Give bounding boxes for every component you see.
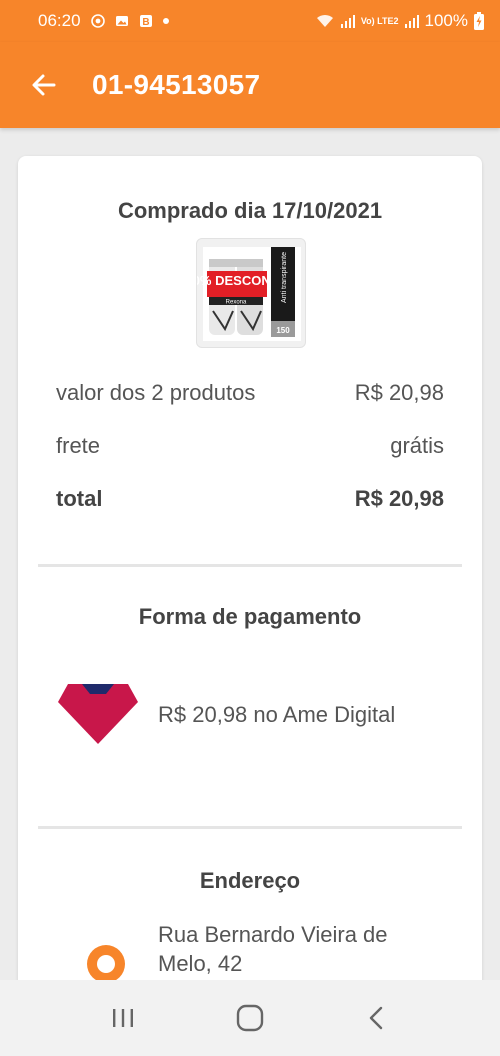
brand-label: Rexona [226, 300, 247, 306]
status-time: 06:20 [38, 11, 81, 30]
address-text: Rua Bernardo Vieira de Melo, 42 [158, 920, 448, 978]
payment-section-title: Forma de pagamento [138, 604, 362, 629]
battery-percent: 100% [424, 11, 468, 30]
app-bar: 01-94513057 [0, 42, 500, 128]
summary-label: frete [56, 433, 101, 458]
order-detail-card: Comprado dia 17/10/2021 50% DESCONTO Rex… [18, 156, 482, 1056]
summary-value: R$ 20,98 [354, 380, 444, 405]
signal-icon [340, 14, 355, 28]
ame-digital-logo [56, 682, 140, 746]
status-left: 06:20 B [38, 11, 169, 31]
battery-charging-icon [474, 12, 484, 30]
arrow-left-icon [32, 74, 56, 96]
signal-2-icon [404, 14, 419, 28]
b-notification-icon: B [139, 14, 153, 28]
back-button[interactable] [22, 63, 66, 107]
system-navigation-bar [0, 980, 500, 1056]
summary-row-total: total R$ 20,98 [56, 486, 444, 512]
app-notification-icon [90, 14, 105, 28]
address-section-title: Endereço [199, 868, 301, 893]
order-number-title: 01-94513057 [92, 69, 261, 100]
type-label: Anti transpirante [281, 252, 288, 303]
divider [38, 564, 462, 567]
purchase-date: Comprado dia 17/10/2021 [117, 198, 383, 223]
summary-row-shipping: frete grátis [56, 433, 444, 459]
address-line-1: Rua Bernardo Vieira de [158, 922, 388, 947]
deodorant-product-image: 50% DESCONTO Rexona Anti transpirante 15… [185, 247, 301, 341]
summary-value: R$ 20,98 [354, 486, 444, 511]
recent-apps-icon [113, 1009, 134, 1027]
volume-label: 150 [276, 326, 290, 335]
product-image[interactable]: 50% DESCONTO Rexona Anti transpirante 15… [185, 238, 306, 348]
summary-row-products: valor dos 2 produtos R$ 20,98 [56, 380, 444, 406]
more-notifications-icon [162, 18, 169, 24]
back-icon [369, 1006, 382, 1030]
image-notification-icon [115, 14, 129, 28]
summary-label: valor dos 2 produtos [56, 380, 256, 405]
address-line-2: Melo, 42 [158, 951, 243, 976]
network-label: Vo) LTE2 [360, 15, 399, 26]
svg-text:B: B [142, 17, 149, 28]
status-right: Vo) LTE2 100% [315, 11, 484, 31]
wifi-icon [315, 13, 335, 29]
divider [38, 826, 462, 829]
system-back-button[interactable] [347, 988, 407, 1048]
home-icon [236, 1004, 264, 1032]
recent-apps-button[interactable] [93, 988, 153, 1048]
payment-description: R$ 20,98 no Ame Digital [158, 702, 396, 727]
status-bar: 06:20 B Vo) LTE2 100% [0, 0, 500, 42]
summary-label: total [56, 486, 103, 511]
home-button[interactable] [220, 988, 280, 1048]
summary-value: grátis [390, 433, 444, 458]
